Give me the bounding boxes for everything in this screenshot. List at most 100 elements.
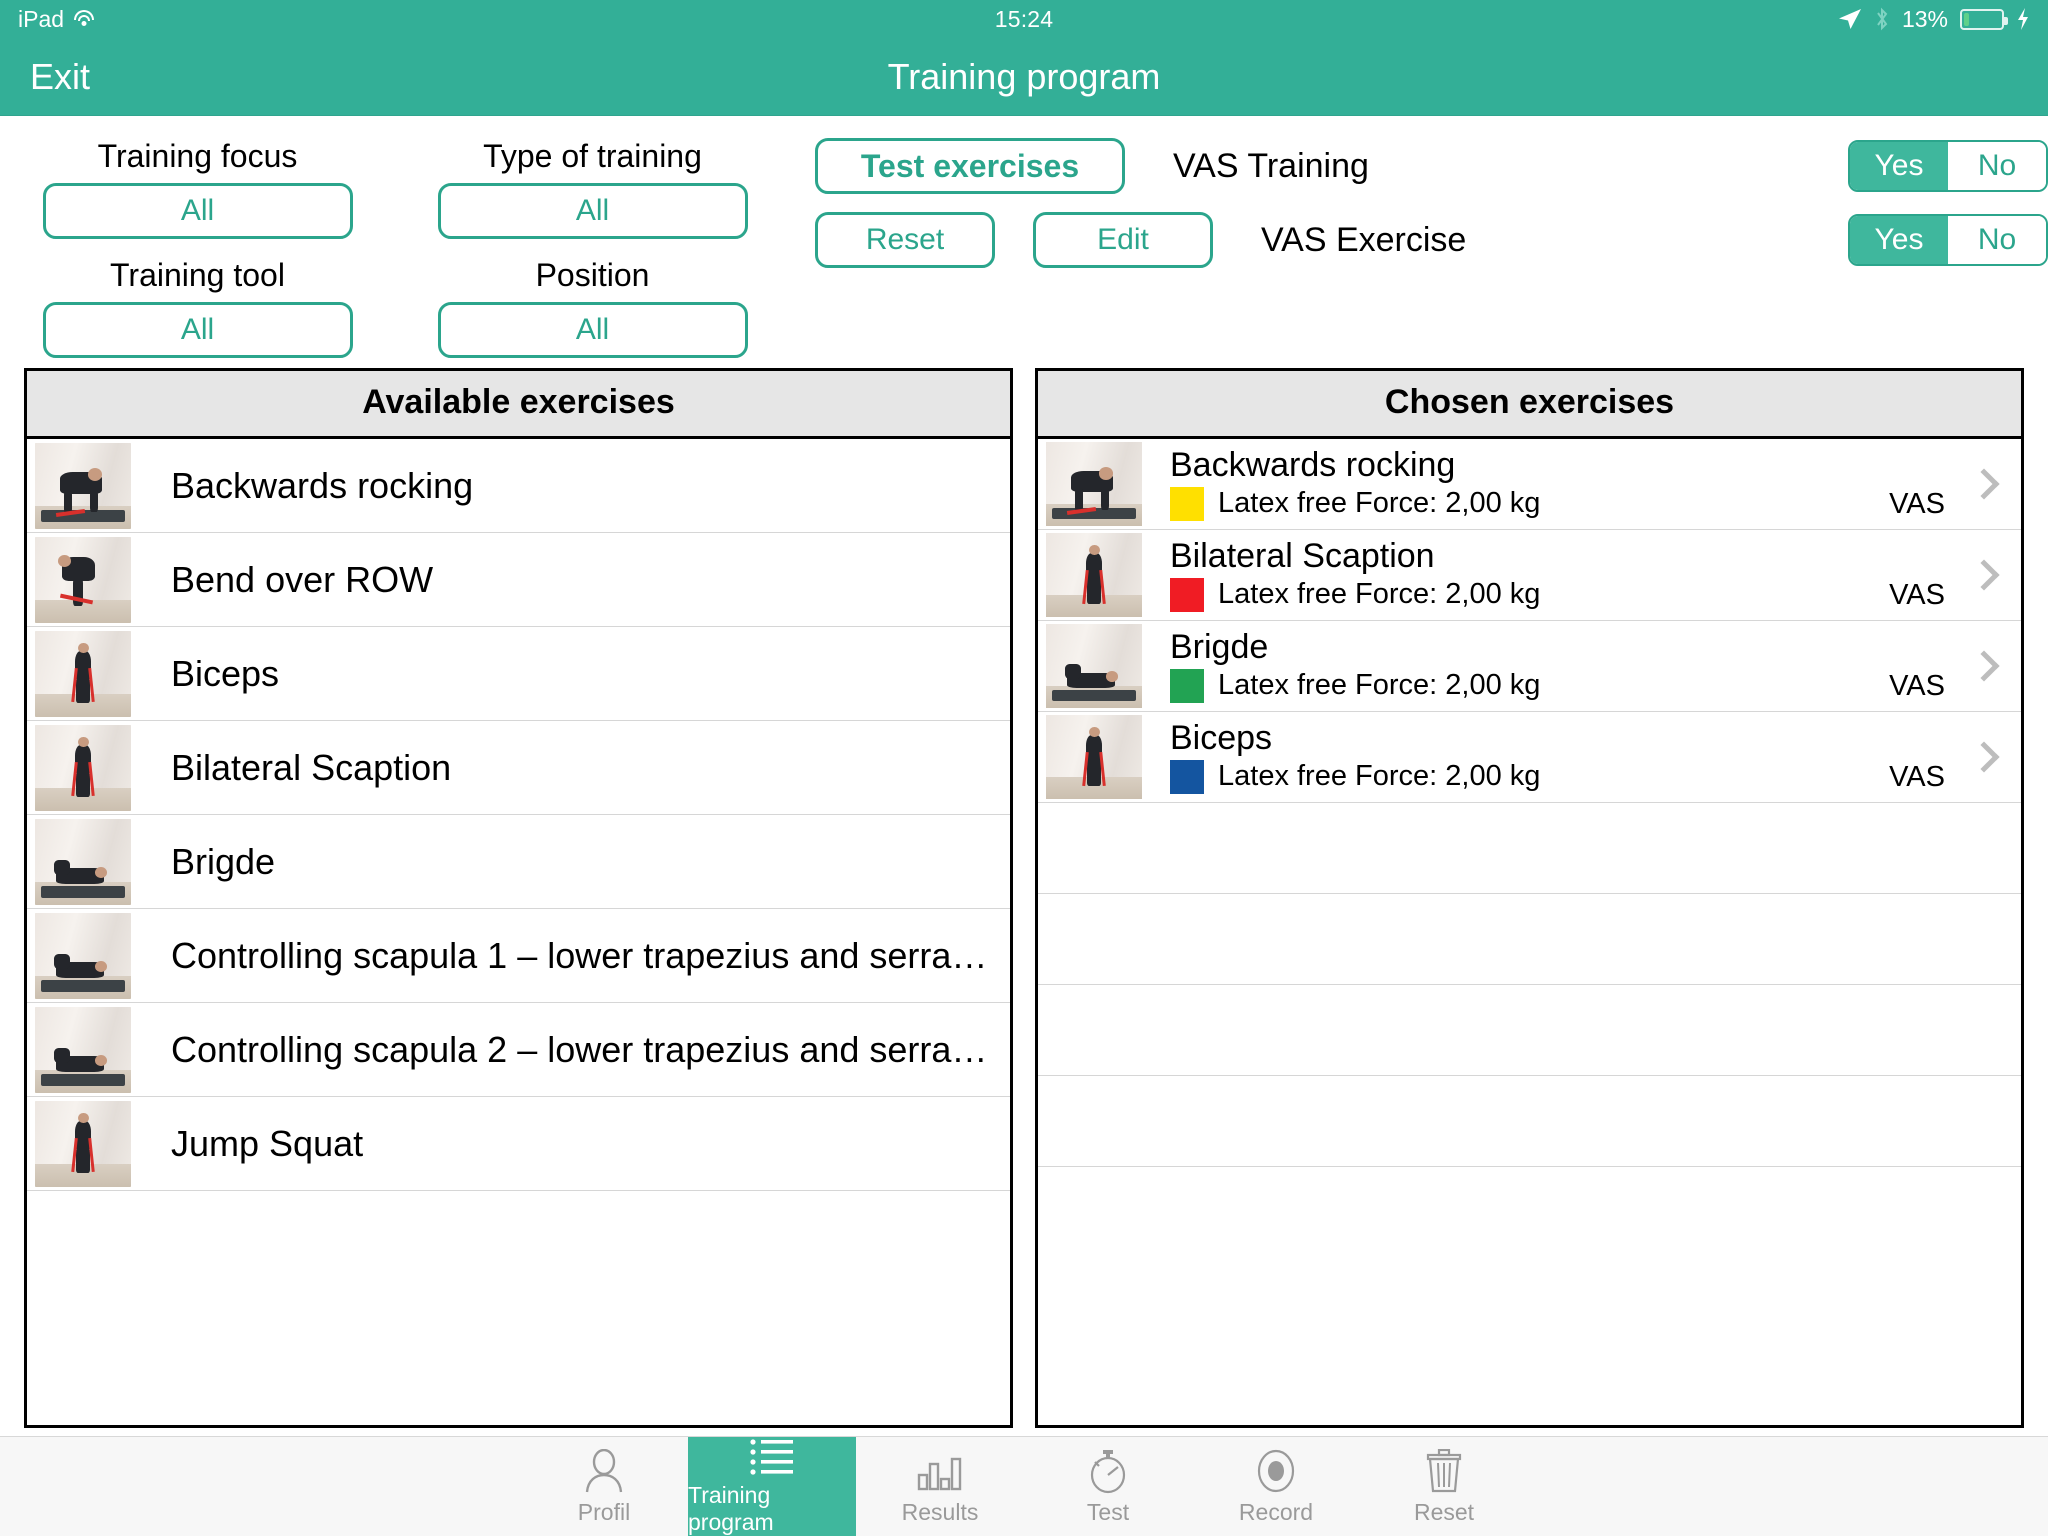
vas-training-toggle[interactable]: Yes No	[1848, 140, 2048, 192]
available-exercises-list[interactable]: Backwards rocking Bend over ROW Biceps Bila…	[27, 439, 1010, 1425]
chosen-exercise-info: Bilateral Scaption Latex free Force: 2,00…	[1170, 538, 1889, 612]
vas-badge[interactable]: VAS	[1889, 670, 1945, 703]
exercise-thumbnail	[35, 630, 131, 717]
edit-button[interactable]: Edit	[1033, 212, 1213, 268]
chosen-exercise-detail: Latex free Force: 2,00 kg	[1218, 669, 1541, 702]
navigation-bar: Exit Training program	[0, 38, 2048, 116]
chosen-exercises-title: Chosen exercises	[1038, 371, 2021, 439]
available-exercise-row[interactable]: Jump Squat	[27, 1097, 1010, 1191]
available-exercise-row[interactable]: Backwards rocking	[27, 439, 1010, 533]
filter-training-tool-select[interactable]: All	[42, 302, 353, 358]
vas-exercise-toggle[interactable]: Yes No	[1848, 214, 2048, 266]
page-title: Training program	[887, 55, 1161, 97]
vas-exercise-no-option[interactable]: No	[1948, 216, 2046, 264]
filter-training-focus-select[interactable]: All	[42, 183, 353, 239]
bar-chart-icon	[917, 1448, 963, 1494]
available-exercise-row[interactable]: Controlling scapula 1 – lower trapezius …	[27, 909, 1010, 1003]
filter-training-tool: Training tool All	[0, 257, 395, 358]
available-exercise-row[interactable]: Bend over ROW	[27, 533, 1010, 627]
vas-training-yes-option[interactable]: Yes	[1850, 142, 1948, 190]
exercise-thumbnail	[35, 912, 131, 999]
chosen-exercise-detail-row: Latex free Force: 2,00 kg	[1170, 759, 1889, 794]
chevron-right-icon[interactable]	[1968, 650, 2000, 682]
tab-training-program[interactable]: Training program	[688, 1437, 856, 1536]
available-exercises-panel: Available exercises Backwards rocking Ben…	[24, 368, 1013, 1428]
filter-position-select[interactable]: All	[437, 302, 748, 358]
filter-training-tool-label: Training tool	[110, 257, 285, 293]
battery-percent-label: 13%	[1901, 5, 1948, 32]
exercise-thumbnail	[35, 442, 131, 529]
chosen-exercise-name: Backwards rocking	[1170, 447, 1456, 484]
vas-badge[interactable]: VAS	[1889, 761, 1945, 794]
chosen-exercises-panel: Chosen exercises Backwards rocking Latex …	[1035, 368, 2024, 1428]
chosen-exercises-list[interactable]: Backwards rocking Latex free Force: 2,00 …	[1038, 439, 2021, 1425]
available-exercise-row[interactable]: Biceps	[27, 627, 1010, 721]
exercise-thumbnail	[35, 818, 131, 905]
reset-button[interactable]: Reset	[815, 212, 995, 268]
bottom-tab-bar[interactable]: Profil Training program Results Test Record R…	[0, 1436, 2048, 1536]
status-bar-left: iPad	[18, 6, 95, 33]
chosen-exercise-detail-row: Latex free Force: 2,00 kg	[1170, 577, 1889, 612]
chosen-exercise-info: Brigde Latex free Force: 2,00 kg	[1170, 629, 1889, 703]
chosen-exercise-row[interactable]: Bilateral Scaption Latex free Force: 2,00…	[1038, 530, 2021, 621]
resistance-color-swatch	[1170, 486, 1204, 521]
filter-training-focus: Training focus All	[0, 138, 395, 239]
filter-type-of-training: Type of training All	[395, 138, 790, 239]
vas-exercise-yes-option[interactable]: Yes	[1850, 216, 1948, 264]
exercise-thumbnail	[1046, 533, 1142, 617]
filter-toolbar: Training focus All Type of training All …	[0, 116, 2048, 368]
vas-exercise-label: VAS Exercise	[1261, 220, 1467, 259]
record-icon	[1256, 1448, 1296, 1494]
tab-label: Reset	[1413, 1498, 1475, 1525]
vas-training-no-option[interactable]: No	[1948, 142, 2046, 190]
vas-badge[interactable]: VAS	[1889, 488, 1945, 521]
exercise-panels: Available exercises Backwards rocking Ben…	[0, 368, 2048, 1436]
tab-label: Profil	[577, 1498, 631, 1525]
tab-label: Test	[1086, 1498, 1130, 1525]
exercise-thumbnail	[35, 630, 131, 717]
tab-label: Record	[1238, 1498, 1314, 1525]
stopwatch-icon	[1087, 1448, 1129, 1494]
exercise-thumbnail	[1046, 715, 1142, 799]
tab-results[interactable]: Results	[856, 1437, 1024, 1536]
available-exercise-name: Jump Squat	[171, 1122, 364, 1164]
vas-badge[interactable]: VAS	[1889, 579, 1945, 612]
trash-icon	[1425, 1448, 1463, 1494]
tab-test[interactable]: Test	[1024, 1437, 1192, 1536]
available-exercise-row[interactable]: Brigde	[27, 815, 1010, 909]
action-row-1: Test exercises VAS Training Yes No	[790, 138, 2048, 194]
tab-record[interactable]: Record	[1192, 1437, 1360, 1536]
available-exercise-name: Brigde	[171, 840, 276, 882]
test-exercises-button[interactable]: Test exercises	[815, 138, 1125, 194]
chosen-exercise-info: Backwards rocking Latex free Force: 2,00 …	[1170, 447, 1889, 521]
available-exercises-title: Available exercises	[27, 371, 1010, 439]
bluetooth-icon	[1877, 7, 1888, 31]
status-bar-right: 13%	[1838, 6, 2030, 33]
exercise-thumbnail	[35, 724, 131, 811]
available-exercise-row[interactable]: Bilateral Scaption	[27, 721, 1010, 815]
exercise-thumbnail	[35, 1100, 131, 1187]
filter-type-of-training-select[interactable]: All	[437, 183, 748, 239]
chosen-exercise-row[interactable]: Brigde Latex free Force: 2,00 kg VAS	[1038, 621, 2021, 712]
exercise-thumbnail	[35, 1006, 131, 1093]
available-exercise-row[interactable]: Controlling scapula 2 – lower trapezius …	[27, 1003, 1010, 1097]
exit-button[interactable]: Exit	[30, 56, 90, 98]
available-exercise-name: Controlling scapula 2 – lower trapezius …	[171, 1028, 988, 1070]
status-bar-clock: 15:24	[994, 5, 1054, 32]
chevron-right-icon[interactable]	[1968, 559, 2000, 591]
filter-row-1: Training focus All Type of training All	[0, 138, 790, 239]
chosen-exercise-row[interactable]: Backwards rocking Latex free Force: 2,00 …	[1038, 439, 2021, 530]
filter-type-of-training-label: Type of training	[483, 138, 702, 174]
tab-reset[interactable]: Reset	[1360, 1437, 1528, 1536]
available-exercise-name: Biceps	[171, 652, 280, 694]
location-arrow-icon	[1838, 9, 1861, 29]
list-icon	[750, 1437, 794, 1477]
filter-dropdown-grid: Training focus All Type of training All …	[0, 138, 790, 358]
chevron-right-icon[interactable]	[1968, 468, 2000, 500]
tab-profil[interactable]: Profil	[520, 1437, 688, 1536]
lightning-bolt-icon	[2018, 8, 2028, 30]
chosen-exercise-row[interactable]: Biceps Latex free Force: 2,00 kg VAS	[1038, 712, 2021, 803]
chevron-right-icon[interactable]	[1968, 741, 2000, 773]
resistance-color-swatch	[1170, 577, 1204, 612]
app-root: iPad 15:24 13% Exit Training program Tra…	[0, 0, 2048, 1536]
